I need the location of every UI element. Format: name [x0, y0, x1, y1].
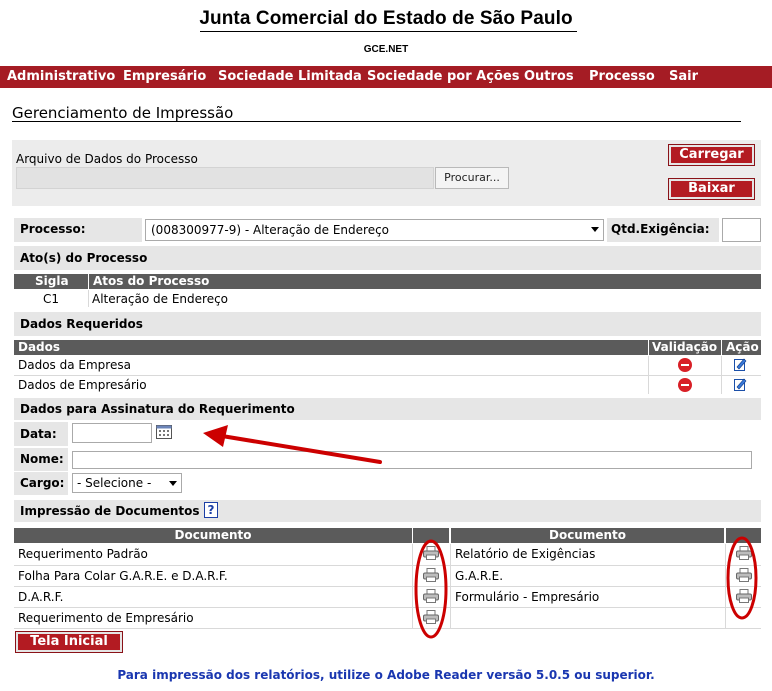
annotation-arrow-head	[203, 425, 228, 447]
required-row-label: Dados da Empresa	[18, 358, 131, 372]
menu-item-outros[interactable]: Outros	[524, 69, 574, 84]
edit-icon[interactable]	[734, 357, 747, 371]
adobe-reader-note: Para impressão dos relatórios, utilize o…	[117, 668, 655, 682]
file-upload-label: Arquivo de Dados do Processo	[16, 152, 198, 166]
app-subtitle: GCE.NET	[363, 44, 409, 55]
invalid-icon	[678, 358, 692, 372]
file-path-input[interactable]	[16, 167, 434, 189]
download-button[interactable]: Baixar	[668, 178, 755, 200]
edit-icon[interactable]	[734, 377, 747, 391]
print-section-header: Impressão de Documentos	[14, 500, 761, 522]
menu-item-sair[interactable]: Sair	[669, 69, 698, 84]
document-name: Folha Para Colar G.A.R.E. e D.A.R.F.	[18, 569, 228, 583]
document-name: Formulário - Empresário	[455, 590, 600, 604]
qtd-exigencia-input[interactable]	[722, 218, 761, 242]
row-divider	[14, 628, 761, 629]
printer-icon[interactable]	[736, 568, 752, 582]
printer-icon[interactable]	[423, 589, 439, 603]
cargo-select[interactable]: - Selecione -	[72, 473, 182, 493]
print-left-icon-header	[413, 528, 449, 543]
row-divider	[14, 565, 761, 566]
app-title: Junta Comercial do Estado de São Paulo	[199, 8, 573, 29]
calendar-icon[interactable]	[156, 425, 172, 439]
browse-button[interactable]: Procurar...	[435, 167, 509, 189]
acts-section-title: Ato(s) do Processo	[20, 251, 148, 265]
required-grid-line	[648, 356, 649, 394]
name-input[interactable]	[72, 451, 752, 469]
home-button[interactable]: Tela Inicial	[15, 631, 123, 653]
heading-divider	[12, 121, 741, 122]
acts-col-sigla: Sigla	[35, 274, 69, 288]
menu-item-empresario[interactable]: Empresário	[123, 69, 206, 84]
act-name: Alteração de Endereço	[92, 292, 229, 306]
page-title: Gerenciamento de Impressão	[12, 104, 234, 122]
document-name: Requerimento Padrão	[18, 547, 148, 561]
printer-icon[interactable]	[423, 568, 439, 582]
required-grid-line	[721, 356, 722, 394]
acts-col-divider	[88, 274, 89, 289]
required-col-validacao: Validação	[652, 340, 718, 354]
title-divider	[200, 31, 577, 32]
print-right-col-documento: Documento	[548, 528, 627, 542]
menu-item-sociedade-limitada[interactable]: Sociedade Limitada	[218, 69, 362, 84]
invalid-icon	[678, 378, 692, 392]
required-col-divider-1	[648, 340, 649, 355]
print-grid-line	[412, 544, 413, 629]
required-data-title: Dados Requeridos	[20, 317, 143, 331]
printer-icon[interactable]	[423, 546, 439, 560]
printer-icon[interactable]	[736, 589, 752, 603]
required-col-dados: Dados	[18, 340, 61, 354]
menu-item-processo[interactable]: Processo	[589, 69, 655, 84]
row-divider	[14, 607, 761, 608]
date-input[interactable]	[72, 423, 152, 443]
print-grid-line	[725, 544, 726, 629]
name-label: Nome:	[20, 452, 64, 466]
cargo-select-value: - Selecione -	[77, 476, 152, 490]
act-sigla: C1	[43, 292, 60, 306]
signature-section-title: Dados para Assinatura do Requerimento	[20, 402, 295, 416]
print-grid-line	[450, 544, 451, 629]
acts-col-atos: Atos do Processo	[93, 274, 210, 288]
print-section-title: Impressão de Documentos	[20, 504, 200, 518]
required-row-label: Dados de Empresário	[18, 378, 147, 392]
required-data-section-header: Dados Requeridos	[14, 312, 761, 336]
document-name: D.A.R.F.	[18, 590, 64, 604]
print-left-col-documento: Documento	[174, 528, 252, 542]
document-name: G.A.R.E.	[455, 569, 504, 583]
qtd-exigencia-label: Qtd.Exigência:	[611, 222, 710, 236]
required-col-divider-2	[721, 340, 722, 355]
printer-icon[interactable]	[736, 546, 752, 560]
required-col-acao: Ação	[726, 340, 759, 354]
process-select[interactable]: (008300977-9) - Alteração de Endereço	[145, 219, 604, 241]
acts-section-header: Ato(s) do Processo	[14, 246, 761, 270]
load-button[interactable]: Carregar	[668, 144, 755, 166]
menu-item-sociedade-por-acoes[interactable]: Sociedade por Ações	[367, 69, 519, 84]
help-icon[interactable]: ?	[204, 502, 218, 518]
signature-section-header: Dados para Assinatura do Requerimento	[14, 398, 761, 420]
print-right-icon-header	[726, 528, 761, 543]
main-menu-bar: Administrativo Empresário Sociedade Limi…	[0, 66, 772, 88]
cargo-label: Cargo:	[20, 476, 65, 490]
row-divider	[14, 586, 761, 587]
acts-row-divider	[88, 290, 89, 307]
chevron-down-icon	[169, 481, 177, 486]
printer-icon[interactable]	[423, 610, 439, 624]
date-label: Data:	[20, 427, 57, 441]
process-select-value: (008300977-9) - Alteração de Endereço	[151, 223, 390, 237]
chevron-down-icon	[591, 227, 599, 232]
document-name: Requerimento de Empresário	[18, 611, 194, 625]
menu-item-administrativo[interactable]: Administrativo	[7, 69, 115, 84]
process-label: Processo:	[20, 222, 86, 236]
document-name: Relatório de Exigências	[455, 547, 596, 561]
